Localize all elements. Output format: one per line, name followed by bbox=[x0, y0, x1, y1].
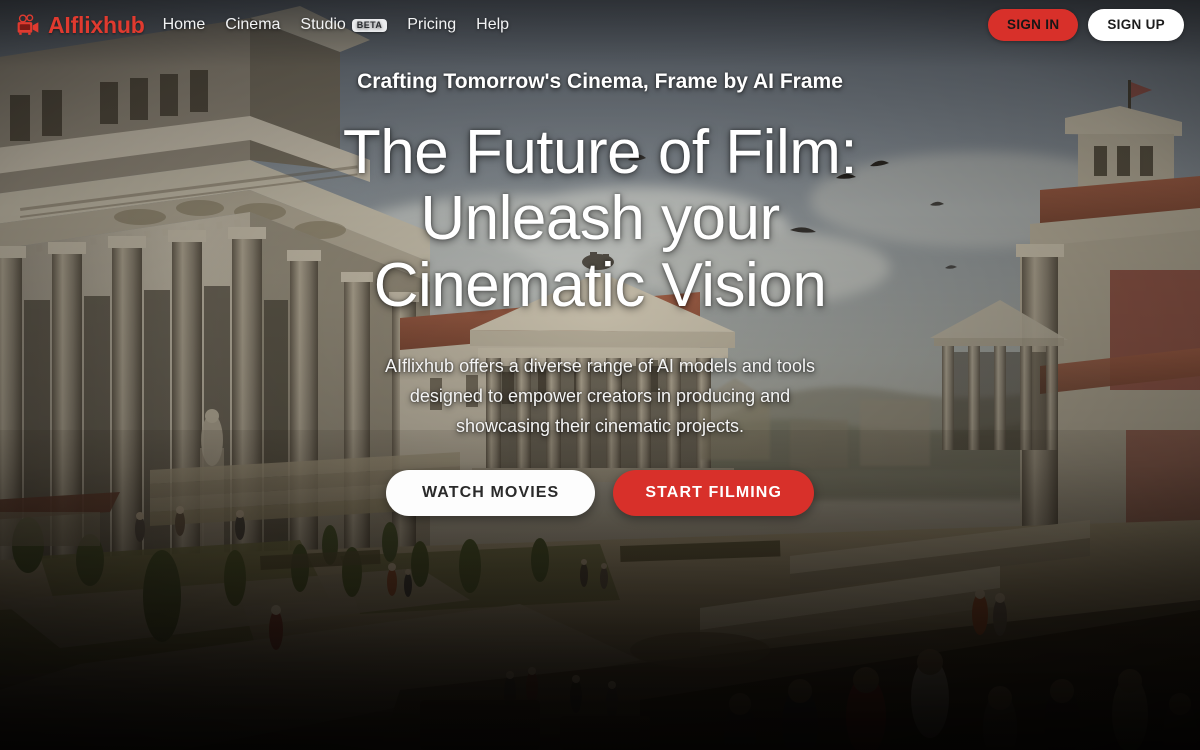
sign-in-button[interactable]: SIGN IN bbox=[988, 9, 1079, 41]
hero-section: Crafting Tomorrow's Cinema, Frame by AI … bbox=[0, 0, 1200, 750]
hero-actions: WATCH MOVIES START FILMING bbox=[385, 469, 814, 516]
nav-item-pricing[interactable]: Pricing bbox=[407, 17, 456, 33]
movie-camera-icon bbox=[17, 14, 39, 35]
start-filming-button[interactable]: START FILMING bbox=[613, 469, 814, 516]
nav-item-help[interactable]: Help bbox=[476, 17, 509, 33]
hero-tagline: Crafting Tomorrow's Cinema, Frame by AI … bbox=[357, 70, 843, 93]
nav-item-pricing-label: Pricing bbox=[407, 16, 457, 33]
page-title: The Future of Film: Unleash your Cinemati… bbox=[342, 117, 858, 320]
landing-page: AIflixhub Home Cinema Studio BETA Pricin… bbox=[0, 0, 1200, 750]
brand-name: AIflixhub bbox=[48, 11, 145, 38]
nav-item-cinema[interactable]: Cinema bbox=[225, 17, 280, 33]
watch-movies-button[interactable]: WATCH MOVIES bbox=[385, 469, 596, 516]
nav-item-studio-label: Studio bbox=[300, 16, 346, 33]
nav-actions: SIGN IN SIGN UP bbox=[988, 9, 1184, 41]
main-navbar: AIflixhub Home Cinema Studio BETA Pricin… bbox=[0, 0, 1200, 50]
beta-badge: BETA bbox=[351, 18, 388, 32]
nav-item-home[interactable]: Home bbox=[163, 17, 206, 33]
nav-item-cinema-label: Cinema bbox=[225, 16, 281, 33]
nav-item-home-label: Home bbox=[162, 16, 206, 33]
hero-description: AIflixhub offers a diverse range of AI m… bbox=[385, 355, 815, 437]
nav-item-help-label: Help bbox=[476, 16, 510, 33]
nav-item-studio[interactable]: Studio BETA bbox=[300, 16, 388, 33]
brand-logo[interactable]: AIflixhub bbox=[16, 11, 145, 38]
sign-up-button[interactable]: SIGN UP bbox=[1088, 9, 1184, 41]
nav-links: Home Cinema Studio BETA Pricing Help bbox=[163, 17, 509, 33]
